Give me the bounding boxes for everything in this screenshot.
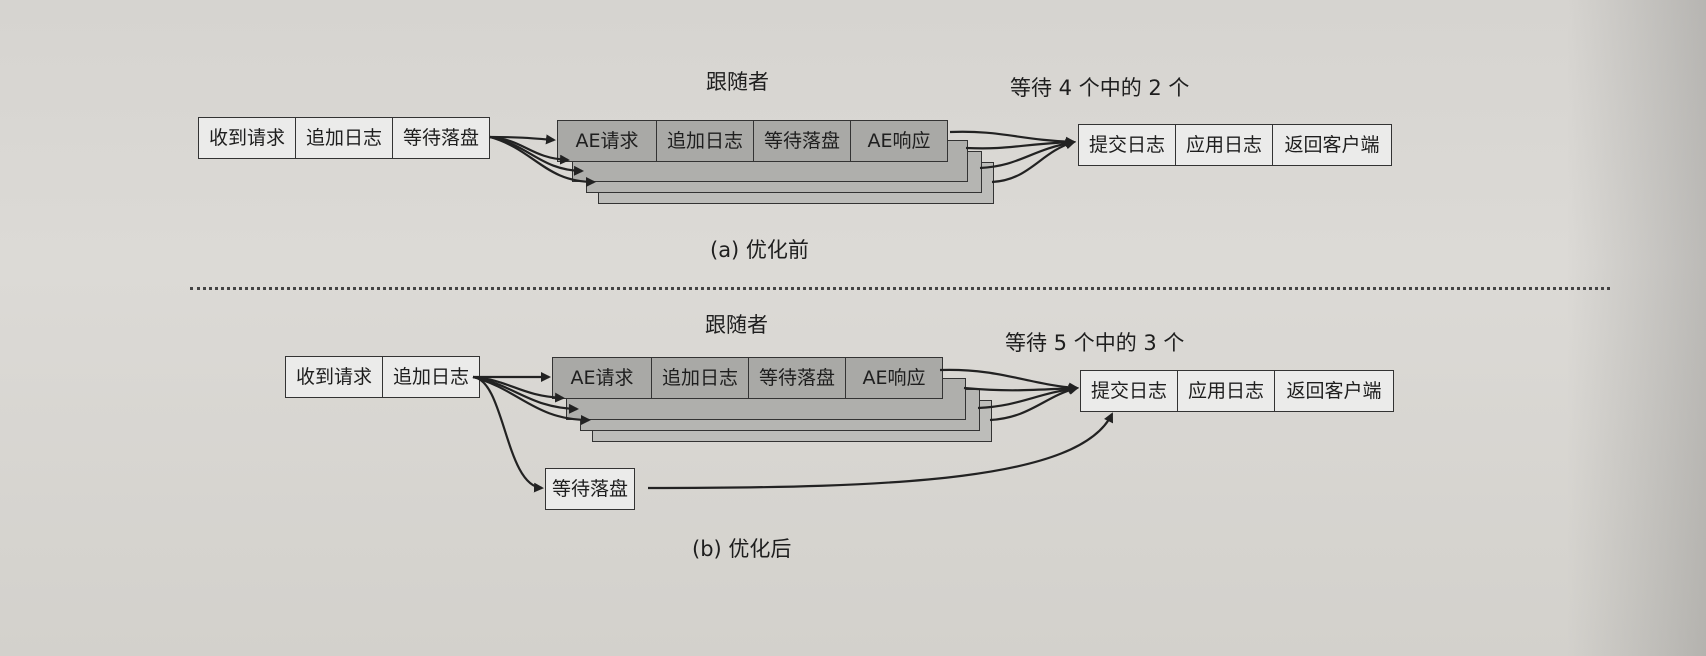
- arrow-b-from-follower-4: [989, 385, 1079, 422]
- arrow-b-from-follower-1: [939, 368, 1079, 393]
- diagram-page: 跟随者 等待 4 个中的 2 个 收到请求 追加日志 等待落盘 AE请求 追加日…: [0, 0, 1706, 656]
- arrow-a-from-follower-1: [949, 130, 1076, 147]
- page-edge-shadow: [1566, 0, 1706, 656]
- arrow-b-disk-wait-to-commit: [647, 412, 1113, 490]
- arrow-layer: [472, 130, 1113, 493]
